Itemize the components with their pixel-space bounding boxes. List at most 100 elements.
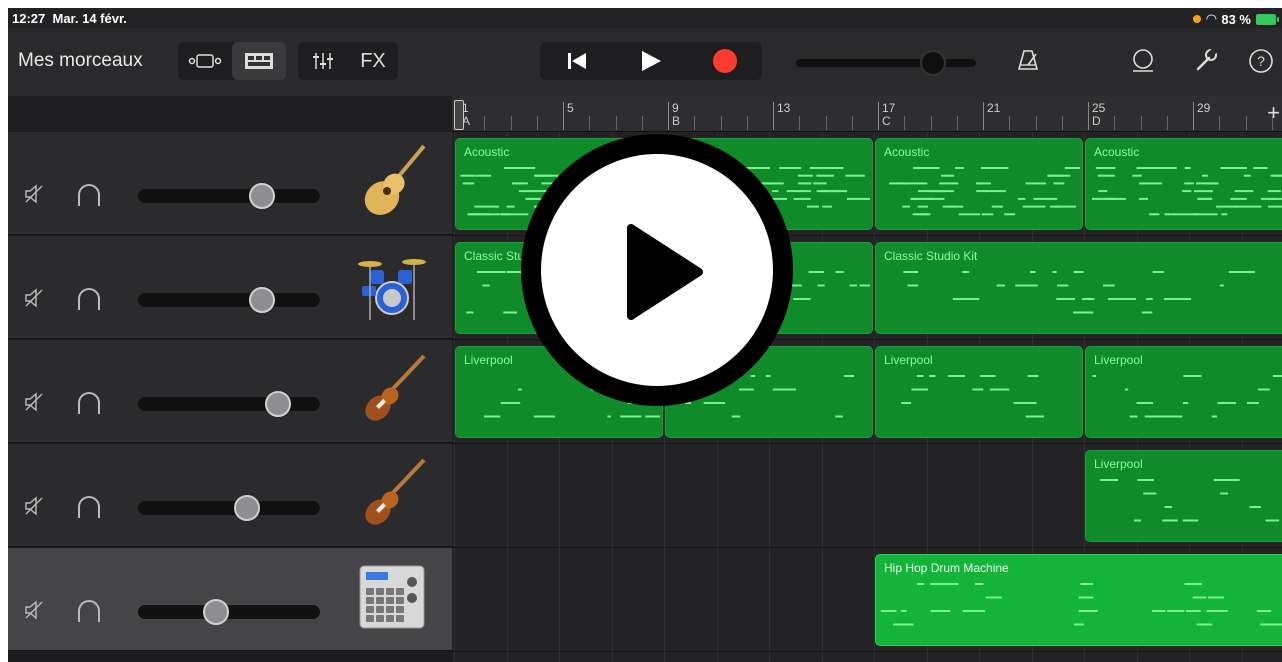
ruler-section-letter: D	[1092, 114, 1101, 128]
bass-guitar-icon[interactable]	[354, 350, 430, 428]
region-notes	[1090, 371, 1282, 431]
wifi-icon: ◠	[1206, 11, 1217, 26]
add-section-button[interactable]: +	[1267, 100, 1280, 126]
track-header[interactable]	[8, 340, 452, 443]
ruler-minor-tick	[1114, 116, 1116, 130]
ruler-minor-tick	[1245, 116, 1247, 130]
ruler-header-spacer	[8, 96, 452, 132]
region[interactable]: Acoustic	[1085, 138, 1282, 230]
region[interactable]: Hip Hop Drum Machine	[875, 554, 1282, 646]
track-volume-knob[interactable]	[203, 599, 230, 625]
ruler-mark: 25 D	[1088, 102, 1105, 130]
settings-wrench-icon[interactable]	[1194, 47, 1218, 78]
track-volume-slider[interactable]	[138, 501, 320, 515]
mixer-icon[interactable]	[298, 42, 348, 80]
ruler-minor-tick	[799, 116, 801, 130]
track-header[interactable]	[8, 444, 452, 547]
track-volume-slider[interactable]	[138, 189, 320, 203]
battery-icon	[1256, 13, 1279, 25]
ruler-section-letter: B	[672, 114, 681, 128]
master-volume-knob[interactable]	[920, 50, 946, 76]
ruler-mark: 5	[563, 102, 574, 130]
toolbar: Mes morceaux FX ?	[8, 28, 1282, 96]
ruler-minor-tick	[851, 116, 853, 130]
video-play-icon[interactable]	[521, 134, 793, 406]
region-notes	[880, 371, 1078, 431]
track-volume-knob[interactable]	[234, 495, 261, 521]
region[interactable]: Liverpool	[875, 346, 1083, 438]
bass-guitar-icon[interactable]	[354, 454, 430, 532]
ruler-minor-tick	[1166, 116, 1168, 130]
ruler-minor-tick	[746, 116, 748, 130]
record-icon[interactable]	[688, 42, 762, 80]
track-header[interactable]	[8, 548, 452, 651]
grid-view-icon[interactable]	[232, 42, 286, 80]
playhead-handle[interactable]	[454, 100, 464, 130]
ruler-minor-tick	[720, 116, 722, 130]
track-header[interactable]	[8, 236, 452, 339]
ruler-section-letter: C	[882, 114, 891, 128]
track-volume-slider[interactable]	[138, 397, 320, 411]
solo-headphones-icon[interactable]	[78, 392, 100, 414]
ruler-minor-tick	[615, 116, 617, 130]
track-volume-slider[interactable]	[138, 293, 320, 307]
lane-separator	[452, 651, 1282, 652]
mixer-fx-group: FX	[298, 42, 398, 80]
region-label: Liverpool	[464, 353, 513, 367]
track-header[interactable]	[8, 132, 452, 235]
region[interactable]: Liverpool	[1085, 450, 1282, 542]
solo-headphones-icon[interactable]	[78, 600, 100, 622]
region[interactable]: Classic Studio Kit	[875, 242, 1282, 334]
lane-separator	[452, 547, 1282, 548]
status-indicators: ◠ 83 %	[1193, 11, 1279, 27]
ruler-minor-tick	[1061, 116, 1063, 130]
tracks-view-icon[interactable]	[178, 42, 232, 80]
region-notes	[1090, 475, 1282, 535]
mute-speaker-icon[interactable]	[24, 496, 44, 521]
loop-icon[interactable]	[1130, 48, 1156, 80]
rewind-icon[interactable]	[540, 42, 614, 80]
metronome-icon[interactable]	[1016, 48, 1040, 78]
acoustic-guitar-icon[interactable]	[354, 142, 430, 220]
solo-headphones-icon[interactable]	[78, 184, 100, 206]
solo-headphones-icon[interactable]	[78, 496, 100, 518]
ruler-minor-tick	[589, 116, 591, 130]
ruler-minor-tick	[484, 116, 486, 130]
mute-speaker-icon[interactable]	[24, 392, 44, 417]
region-notes	[1090, 163, 1282, 223]
help-icon[interactable]: ?	[1248, 48, 1274, 80]
ruler-mark: 13	[773, 102, 790, 130]
mute-speaker-icon[interactable]	[24, 288, 44, 313]
ruler-minor-tick	[1219, 116, 1221, 130]
ruler-bar-number: 5	[567, 101, 574, 115]
drum-kit-icon[interactable]	[354, 246, 430, 324]
ruler-minor-tick	[641, 116, 643, 130]
region[interactable]: Liverpool	[1085, 346, 1282, 438]
master-volume-slider[interactable]	[796, 59, 976, 67]
mic-indicator-icon	[1193, 15, 1202, 23]
play-icon[interactable]	[614, 42, 688, 80]
battery-percent: 83 %	[1221, 11, 1251, 27]
region[interactable]: Acoustic	[875, 138, 1083, 230]
status-time: 12:27 Mar. 14 févr.	[12, 11, 127, 26]
drum-machine-icon[interactable]	[354, 558, 430, 636]
video-play-circle	[541, 154, 773, 386]
region-label: Acoustic	[884, 145, 930, 159]
region-label: Hip Hop Drum Machine	[884, 561, 1009, 575]
region-notes	[880, 267, 1282, 327]
ruler-minor-tick	[1140, 116, 1142, 130]
track-volume-knob[interactable]	[248, 287, 275, 313]
status-bar: 12:27 Mar. 14 févr. ◠ 83 %	[8, 8, 1282, 28]
mute-speaker-icon[interactable]	[24, 184, 44, 209]
ruler-minor-tick	[694, 116, 696, 130]
ruler-minor-tick	[825, 116, 827, 130]
timeline-ruler[interactable]: 1 A 5 9 B 13 17 C 21 25 D 29	[452, 96, 1282, 132]
track-volume-knob[interactable]	[248, 183, 275, 209]
fx-button[interactable]: FX	[348, 42, 398, 80]
mute-speaker-icon[interactable]	[24, 600, 44, 625]
my-songs-button[interactable]: Mes morceaux	[18, 50, 143, 72]
solo-headphones-icon[interactable]	[78, 288, 100, 310]
ruler-minor-tick	[1009, 116, 1011, 130]
ruler-minor-tick	[956, 116, 958, 130]
track-volume-knob[interactable]	[265, 391, 292, 417]
